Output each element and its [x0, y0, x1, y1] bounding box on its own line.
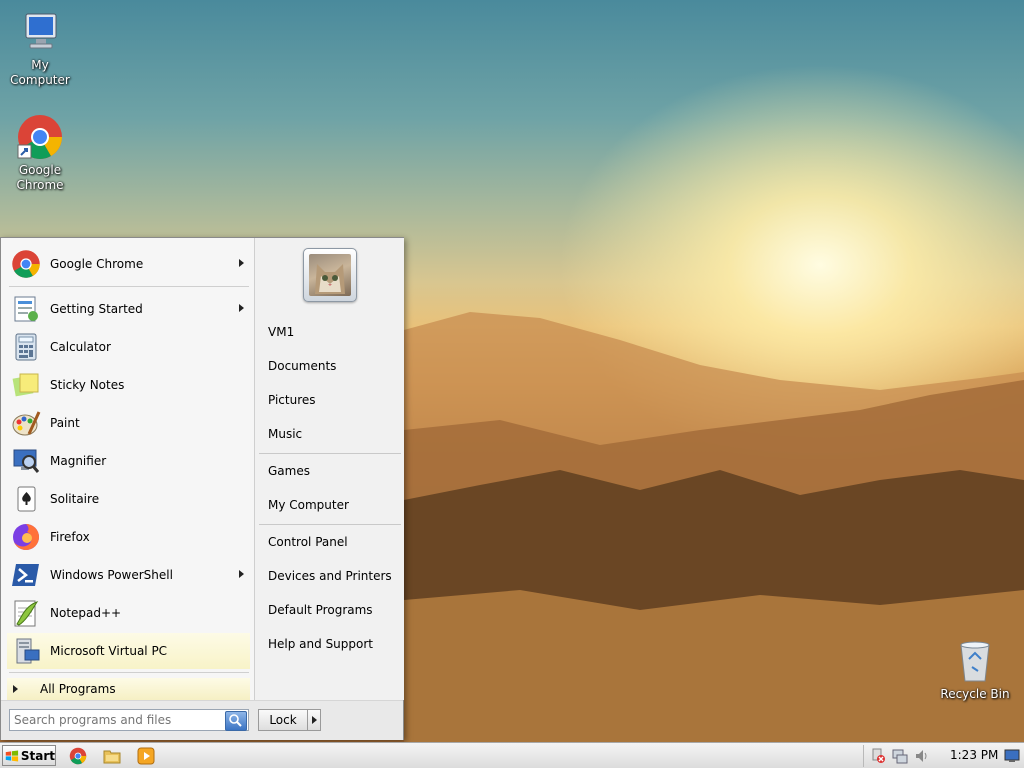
all-programs-button[interactable]: All Programs — [7, 678, 250, 700]
separator — [9, 672, 249, 673]
desktop-icon-recycle-bin[interactable]: Recycle Bin — [935, 637, 1015, 702]
clock[interactable]: 1:23 PM — [950, 748, 998, 762]
program-windows-powershell[interactable]: Windows PowerShell — [7, 557, 250, 593]
network-icon[interactable] — [892, 748, 908, 764]
chrome-icon — [16, 113, 64, 161]
desktop-icon-label: Google Chrome — [16, 163, 64, 192]
windows-logo-icon — [5, 749, 19, 762]
start-menu-bottom-bar: Lock — [1, 700, 403, 740]
taskbar-media-player-icon[interactable] — [137, 747, 155, 765]
start-menu-links-pane: VM1 Documents Pictures Music Games My Co… — [254, 238, 404, 700]
start-button[interactable]: Start — [2, 745, 56, 766]
submenu-arrow-icon[interactable] — [239, 304, 244, 312]
lock-options-button[interactable] — [307, 709, 321, 731]
link-user-vm1[interactable]: VM1 — [268, 322, 294, 342]
search-input[interactable] — [10, 713, 218, 727]
start-label: Start — [20, 748, 55, 763]
link-control-panel[interactable]: Control Panel — [268, 532, 348, 552]
expand-arrow-icon — [13, 685, 18, 693]
powershell-icon — [11, 560, 41, 590]
desktop-icon-google-chrome[interactable]: Google Chrome — [0, 113, 80, 193]
program-label: Google Chrome — [50, 257, 144, 271]
link-pictures[interactable]: Pictures — [268, 390, 316, 410]
cat-picture-icon — [309, 254, 351, 296]
start-menu: Google Chrome Getting Started Calculator… — [0, 237, 404, 740]
program-magnifier[interactable]: Magnifier — [7, 443, 250, 479]
program-firefox[interactable]: Firefox — [7, 519, 250, 555]
program-label: Calculator — [50, 340, 111, 354]
separator — [259, 524, 401, 525]
program-label: Windows PowerShell — [50, 568, 173, 582]
program-label: Paint — [50, 416, 80, 430]
pinned-google-chrome[interactable]: Google Chrome — [7, 246, 250, 282]
system-tray: 1:23 PM — [863, 745, 1024, 767]
volume-icon[interactable] — [914, 748, 930, 764]
show-desktop-icon[interactable] — [1004, 748, 1020, 764]
program-calculator[interactable]: Calculator — [7, 329, 250, 365]
taskbar-explorer-icon[interactable] — [103, 747, 121, 765]
separator — [9, 286, 249, 287]
submenu-arrow-icon[interactable] — [239, 570, 244, 578]
link-help-and-support[interactable]: Help and Support — [268, 634, 373, 654]
sticky-notes-icon — [11, 370, 41, 400]
paint-icon — [11, 408, 41, 438]
getting-started-icon — [11, 294, 41, 324]
program-label: Getting Started — [50, 302, 143, 316]
action-center-icon[interactable] — [870, 748, 886, 764]
desktop-icon-label: Recycle Bin — [940, 687, 1010, 701]
link-my-computer[interactable]: My Computer — [268, 495, 349, 515]
notepadpp-icon — [11, 598, 41, 628]
magnifier-icon — [11, 446, 41, 476]
program-solitaire[interactable]: Solitaire — [7, 481, 250, 517]
recycle-bin-icon — [951, 637, 999, 685]
link-default-programs[interactable]: Default Programs — [268, 600, 373, 620]
chrome-icon — [11, 249, 41, 279]
user-avatar[interactable] — [303, 248, 357, 302]
link-music[interactable]: Music — [268, 424, 302, 444]
taskbar: Start 1:23 PM — [0, 742, 1024, 768]
solitaire-icon — [11, 484, 41, 514]
desktop-icon-label: My Computer — [10, 58, 70, 87]
link-games[interactable]: Games — [268, 461, 310, 481]
desktop-icon-my-computer[interactable]: My Computer — [0, 8, 80, 88]
taskbar-chrome-icon[interactable] — [69, 747, 87, 765]
program-sticky-notes[interactable]: Sticky Notes — [7, 367, 250, 403]
program-label: Sticky Notes — [50, 378, 125, 392]
program-label: Magnifier — [50, 454, 107, 468]
program-notepadpp[interactable]: Notepad++ — [7, 595, 250, 631]
link-devices-and-printers[interactable]: Devices and Printers — [268, 566, 392, 586]
separator — [259, 453, 401, 454]
program-label: Microsoft Virtual PC — [50, 644, 168, 658]
computer-icon — [16, 8, 64, 56]
search-icon[interactable] — [225, 711, 247, 731]
submenu-arrow-icon[interactable] — [239, 259, 244, 267]
firefox-icon — [11, 522, 41, 552]
program-getting-started[interactable]: Getting Started — [7, 291, 250, 327]
calculator-icon — [11, 332, 41, 362]
program-label: Notepad++ — [50, 606, 122, 620]
program-paint[interactable]: Paint — [7, 405, 250, 441]
start-menu-programs-pane: Google Chrome Getting Started Calculator… — [1, 238, 254, 700]
search-box[interactable] — [9, 709, 249, 731]
lock-button[interactable]: Lock — [258, 709, 308, 731]
virtual-pc-icon — [11, 636, 41, 666]
all-programs-label: All Programs — [40, 682, 116, 696]
link-documents[interactable]: Documents — [268, 356, 336, 376]
chevron-right-icon — [312, 716, 317, 724]
program-microsoft-virtual-pc[interactable]: Microsoft Virtual PC — [7, 633, 250, 669]
program-label: Solitaire — [50, 492, 100, 506]
program-label: Firefox — [50, 530, 90, 544]
